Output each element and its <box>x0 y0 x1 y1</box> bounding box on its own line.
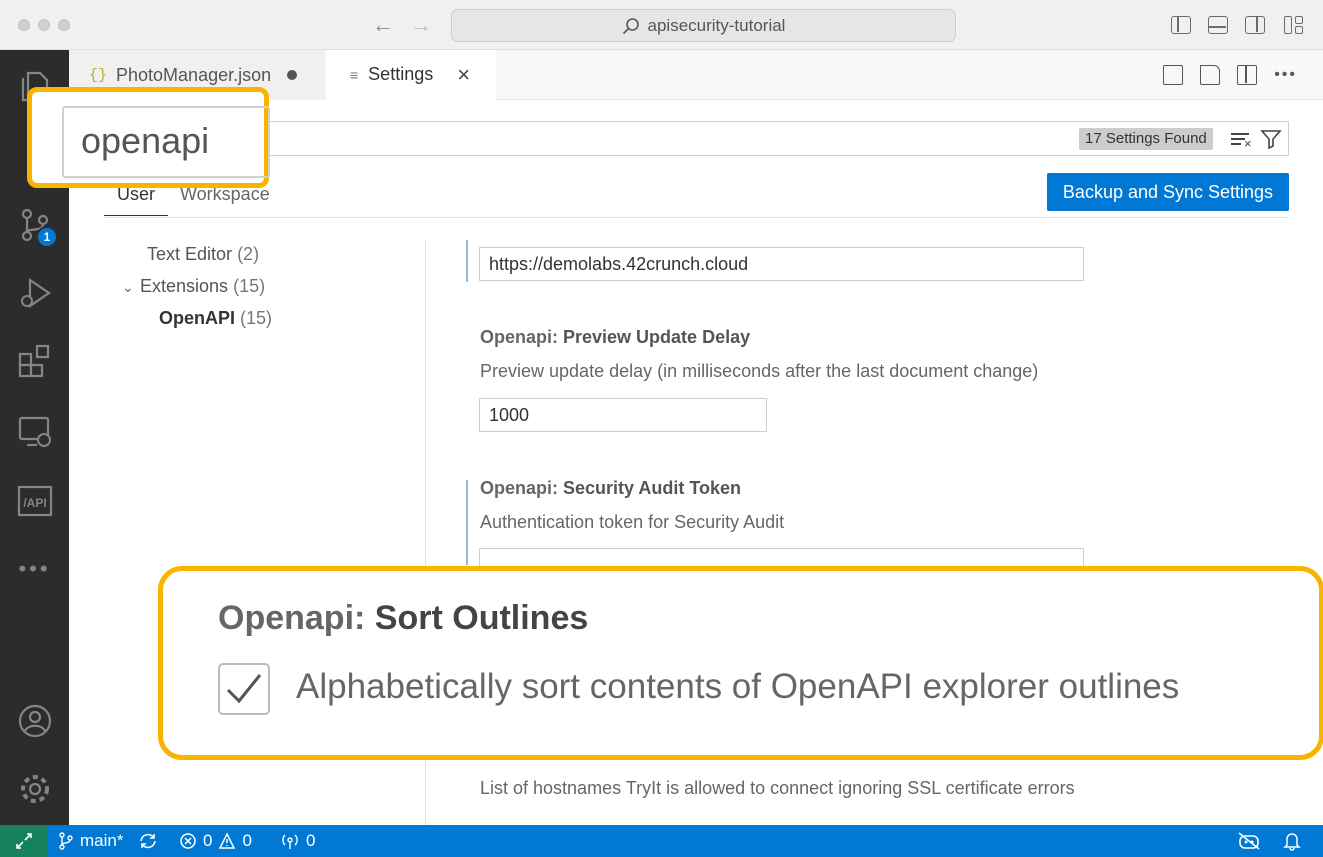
more-views-icon[interactable]: ••• <box>0 544 69 594</box>
preview-delay-input[interactable]: 1000 <box>479 398 767 432</box>
notifications-bell-icon[interactable] <box>1283 825 1301 857</box>
title-bar: ← → apisecurity-tutorial <box>0 0 1323 50</box>
warning-count: 0 <box>242 831 252 850</box>
setting-category: Openapi: <box>480 327 564 347</box>
sync-icon[interactable] <box>138 825 158 857</box>
sort-outlines-checkbox[interactable] <box>218 663 270 715</box>
setting-name: Sort Outlines <box>374 599 589 637</box>
extensions-icon[interactable] <box>0 336 69 386</box>
remote-explorer-icon[interactable] <box>0 406 69 456</box>
setting-desc-sort-outlines: Alphabetically sort contents of OpenAPI … <box>296 667 1180 706</box>
setting-title-sort-outlines: Openapi: Sort Outlines <box>218 599 588 638</box>
open-settings-json-icon[interactable] <box>1163 65 1184 85</box>
setting-category: Openapi: <box>218 599 375 637</box>
tab-settings[interactable]: ≡ Settings × <box>326 50 496 100</box>
error-icon <box>180 833 196 849</box>
sort-outlines-callout: Openapi: Sort Outlines Alphabetically so… <box>158 566 1323 760</box>
toc-count: (15) <box>240 308 273 328</box>
setting-name: Security Audit Token <box>563 478 742 498</box>
remote-icon <box>16 833 32 849</box>
modified-indicator <box>466 240 468 282</box>
command-center-search[interactable]: apisecurity-tutorial <box>451 9 956 42</box>
toggle-primary-sidebar-icon[interactable] <box>1171 16 1191 34</box>
search-callout: openapi <box>27 87 270 188</box>
chevron-down-icon[interactable]: ⌄ <box>122 279 140 296</box>
unsaved-dot-icon[interactable] <box>287 70 298 80</box>
forward-arrow-icon[interactable]: → <box>410 12 432 38</box>
toggle-panel-icon[interactable] <box>1208 16 1228 34</box>
setting-desc-preview-delay: Preview update delay (in milliseconds af… <box>480 361 1039 381</box>
split-editor-icon[interactable] <box>1237 65 1258 85</box>
status-bar: main* 0 0 0 <box>0 825 1323 857</box>
scope-divider <box>104 217 1289 218</box>
setting-name: Preview Update Delay <box>563 327 751 347</box>
run-debug-icon[interactable] <box>0 268 69 318</box>
setting-desc-tryit-hostnames: List of hostnames TryIt is allowed to co… <box>480 778 1075 798</box>
toc-text-editor[interactable]: Text Editor (2) <box>147 244 259 265</box>
toggle-secondary-sidebar-icon[interactable] <box>1245 16 1265 34</box>
toc-label: Text Editor <box>147 244 233 264</box>
close-window-button[interactable] <box>18 19 30 31</box>
minimize-window-button[interactable] <box>38 19 50 31</box>
search-icon <box>622 17 639 34</box>
back-arrow-icon[interactable]: ← <box>372 12 394 38</box>
toc-openapi[interactable]: OpenAPI (15) <box>159 308 272 329</box>
checkmark-icon <box>226 674 262 704</box>
settings-file-icon: ≡ <box>350 66 359 83</box>
json-file-icon: {} <box>89 66 108 84</box>
branch-indicator[interactable]: main* <box>58 825 123 857</box>
platform-url-input[interactable]: https://demolabs.42crunch.cloud <box>479 247 1084 281</box>
source-control-icon[interactable] <box>0 200 69 250</box>
source-control-badge: 1 <box>36 226 58 248</box>
broadcast-icon <box>282 834 298 849</box>
toc-count: (2) <box>237 244 260 264</box>
warning-icon <box>219 832 236 849</box>
toc-extensions[interactable]: ⌄ Extensions (15) <box>122 276 265 297</box>
settings-found-count: 17 Settings Found <box>1079 128 1213 150</box>
toc-label: OpenAPI <box>159 308 236 328</box>
tab-user-settings[interactable]: User <box>104 184 168 216</box>
modified-indicator <box>466 480 468 565</box>
customize-layout-icon[interactable] <box>1284 16 1304 34</box>
close-tab-icon[interactable]: × <box>457 62 470 88</box>
backup-sync-button[interactable]: Backup and Sync Settings <box>1047 173 1289 211</box>
tab-label: Settings <box>368 64 434 84</box>
tab-label: PhotoManager.json <box>116 64 272 85</box>
filter-icon[interactable] <box>1260 129 1282 149</box>
more-actions-icon[interactable]: ••• <box>1274 66 1297 84</box>
clear-filter-icon[interactable]: × <box>1231 130 1253 150</box>
zoom-window-button[interactable] <box>58 19 70 31</box>
toc-label: Extensions <box>140 276 229 296</box>
toc-count: (15) <box>233 276 266 296</box>
copilot-icon[interactable] <box>1237 825 1261 857</box>
open-changes-icon[interactable] <box>1200 65 1221 85</box>
setting-desc-audit-token: Authentication token for Security Audit <box>480 512 785 532</box>
accounts-icon[interactable] <box>0 696 69 746</box>
openapi-icon[interactable]: /API <box>0 476 69 526</box>
setting-title-preview-delay: Openapi: Preview Update Delay <box>480 327 750 348</box>
setting-category: Openapi: <box>480 478 564 498</box>
search-zoom-input[interactable]: openapi <box>62 106 270 178</box>
ports-indicator[interactable]: 0 <box>280 825 315 857</box>
error-count: 0 <box>203 831 213 850</box>
remote-indicator[interactable] <box>0 825 48 857</box>
branch-icon <box>59 832 73 850</box>
editor-actions: ••• <box>1163 65 1297 85</box>
manage-gear-icon[interactable] <box>0 764 69 814</box>
svg-text:/API: /API <box>23 496 46 510</box>
ports-count: 0 <box>306 831 316 850</box>
setting-title-audit-token: Openapi: Security Audit Token <box>480 478 741 499</box>
problems-indicator[interactable]: 0 0 <box>179 825 252 857</box>
branch-name: main* <box>80 831 124 850</box>
command-center-label: apisecurity-tutorial <box>647 15 786 35</box>
